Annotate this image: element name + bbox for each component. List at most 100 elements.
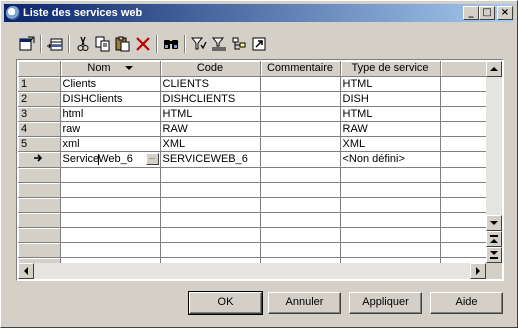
scroll-right-button[interactable]	[470, 263, 486, 279]
row-header[interactable]: 3	[18, 106, 61, 122]
cell-commentaire[interactable]	[260, 136, 341, 152]
cell-commentaire[interactable]	[260, 76, 341, 92]
cell-commentaire[interactable]	[260, 182, 341, 198]
cell-nom[interactable]: Clients	[60, 76, 161, 92]
cell-code[interactable]: SERVICEWEB_6	[160, 151, 261, 168]
horizontal-scrollbar[interactable]	[18, 263, 486, 279]
cut-icon[interactable]	[73, 34, 93, 54]
cell-commentaire[interactable]	[260, 212, 341, 228]
cell-commentaire[interactable]	[260, 106, 341, 122]
paste-icon[interactable]	[113, 34, 133, 54]
cell-code[interactable]: CLIENTS	[160, 76, 261, 92]
cell-code[interactable]: RAW	[160, 121, 261, 137]
column-header-commentaire[interactable]: Commentaire	[260, 61, 341, 77]
column-header-type[interactable]: Type de service	[340, 61, 441, 77]
scroll-left-button[interactable]	[18, 263, 34, 279]
cell-code[interactable]: DISHCLIENTS	[160, 91, 261, 107]
cell-type[interactable]: XML	[340, 136, 441, 152]
help-button[interactable]: Aide	[430, 292, 503, 314]
move-up-button[interactable]	[486, 231, 502, 247]
column-header-code[interactable]: Code	[160, 61, 261, 77]
table-row-empty[interactable]	[18, 182, 491, 198]
goto-icon[interactable]	[249, 34, 269, 54]
row-header[interactable]	[18, 182, 61, 198]
apply-button[interactable]: Appliquer	[349, 292, 422, 314]
cell-type[interactable]: <Non défini>	[340, 151, 441, 168]
cell-code[interactable]: HTML	[160, 106, 261, 122]
table-row[interactable]: 5 xml XML XML	[18, 136, 491, 152]
row-header[interactable]: 4	[18, 121, 61, 137]
insert-row-icon[interactable]	[45, 34, 65, 54]
cell-nom[interactable]: html	[60, 106, 161, 122]
corner-header[interactable]	[18, 61, 61, 77]
cell-code[interactable]	[160, 197, 261, 213]
close-button[interactable]: ×	[497, 6, 513, 20]
cell-nom[interactable]	[60, 242, 161, 258]
table-row-editing[interactable]: ServiceWeb_6 ... SERVICEWEB_6 <Non défin…	[18, 151, 491, 168]
cell-code[interactable]	[160, 212, 261, 228]
tree-icon[interactable]	[229, 34, 249, 54]
row-header[interactable]: 1	[18, 76, 61, 92]
row-header[interactable]	[18, 197, 61, 213]
cancel-button[interactable]: Annuler	[268, 292, 341, 314]
move-down-button[interactable]	[486, 247, 502, 263]
cell-nom[interactable]: raw	[60, 121, 161, 137]
column-header-nom[interactable]: Nom	[60, 61, 161, 77]
row-header[interactable]	[18, 167, 61, 183]
cell-nom[interactable]	[60, 197, 161, 213]
row-header[interactable]	[18, 227, 61, 243]
minimize-button[interactable]: _	[463, 6, 479, 20]
cell-type[interactable]	[340, 197, 441, 213]
cell-commentaire[interactable]	[260, 151, 341, 168]
cell-nom-editing[interactable]: ServiceWeb_6 ...	[60, 151, 161, 168]
row-header[interactable]	[18, 212, 61, 228]
ellipsis-button[interactable]: ...	[145, 152, 159, 165]
find-icon[interactable]	[161, 34, 181, 54]
properties-icon[interactable]	[17, 34, 37, 54]
delete-icon[interactable]	[133, 34, 153, 54]
cell-type[interactable]: HTML	[340, 76, 441, 92]
title-bar[interactable]: Liste des services web _ □ ×	[4, 4, 514, 22]
cell-commentaire[interactable]	[260, 197, 341, 213]
cell-nom[interactable]	[60, 227, 161, 243]
cell-code[interactable]	[160, 182, 261, 198]
table-row-empty[interactable]	[18, 167, 491, 183]
cell-nom[interactable]: xml	[60, 136, 161, 152]
row-header[interactable]: 2	[18, 91, 61, 107]
cell-type[interactable]: DISH	[340, 91, 441, 107]
cell-type[interactable]: RAW	[340, 121, 441, 137]
filter-icon[interactable]	[189, 34, 209, 54]
cell-code[interactable]	[160, 242, 261, 258]
maximize-button[interactable]: □	[479, 6, 495, 20]
vertical-scrollbar[interactable]	[486, 61, 502, 263]
table-row[interactable]: 4 raw RAW RAW	[18, 121, 491, 137]
chevron-down-icon[interactable]	[124, 66, 133, 71]
table-row-empty[interactable]	[18, 227, 491, 243]
cell-nom[interactable]	[60, 167, 161, 183]
cell-type[interactable]: HTML	[340, 106, 441, 122]
ok-button[interactable]: OK	[188, 291, 263, 315]
copy-icon[interactable]	[93, 34, 113, 54]
cell-commentaire[interactable]	[260, 121, 341, 137]
scroll-down-button[interactable]	[486, 215, 502, 231]
cell-commentaire[interactable]	[260, 167, 341, 183]
cell-code[interactable]	[160, 227, 261, 243]
cell-commentaire[interactable]	[260, 91, 341, 107]
cell-commentaire[interactable]	[260, 242, 341, 258]
table-row-empty[interactable]	[18, 242, 491, 258]
cell-nom[interactable]: DISHClients	[60, 91, 161, 107]
table-row-empty[interactable]	[18, 197, 491, 213]
sort-icon[interactable]	[209, 34, 229, 54]
row-header[interactable]: 5	[18, 136, 61, 152]
cell-commentaire[interactable]	[260, 227, 341, 243]
cell-type[interactable]	[340, 212, 441, 228]
table-row[interactable]: 1 Clients CLIENTS HTML	[18, 76, 491, 92]
cell-type[interactable]	[340, 182, 441, 198]
table-row-empty[interactable]	[18, 212, 491, 228]
cell-type[interactable]	[340, 242, 441, 258]
cell-code[interactable]	[160, 167, 261, 183]
cell-nom[interactable]	[60, 212, 161, 228]
table-row[interactable]: 3 html HTML HTML	[18, 106, 491, 122]
row-header[interactable]	[18, 242, 61, 258]
cell-type[interactable]	[340, 167, 441, 183]
